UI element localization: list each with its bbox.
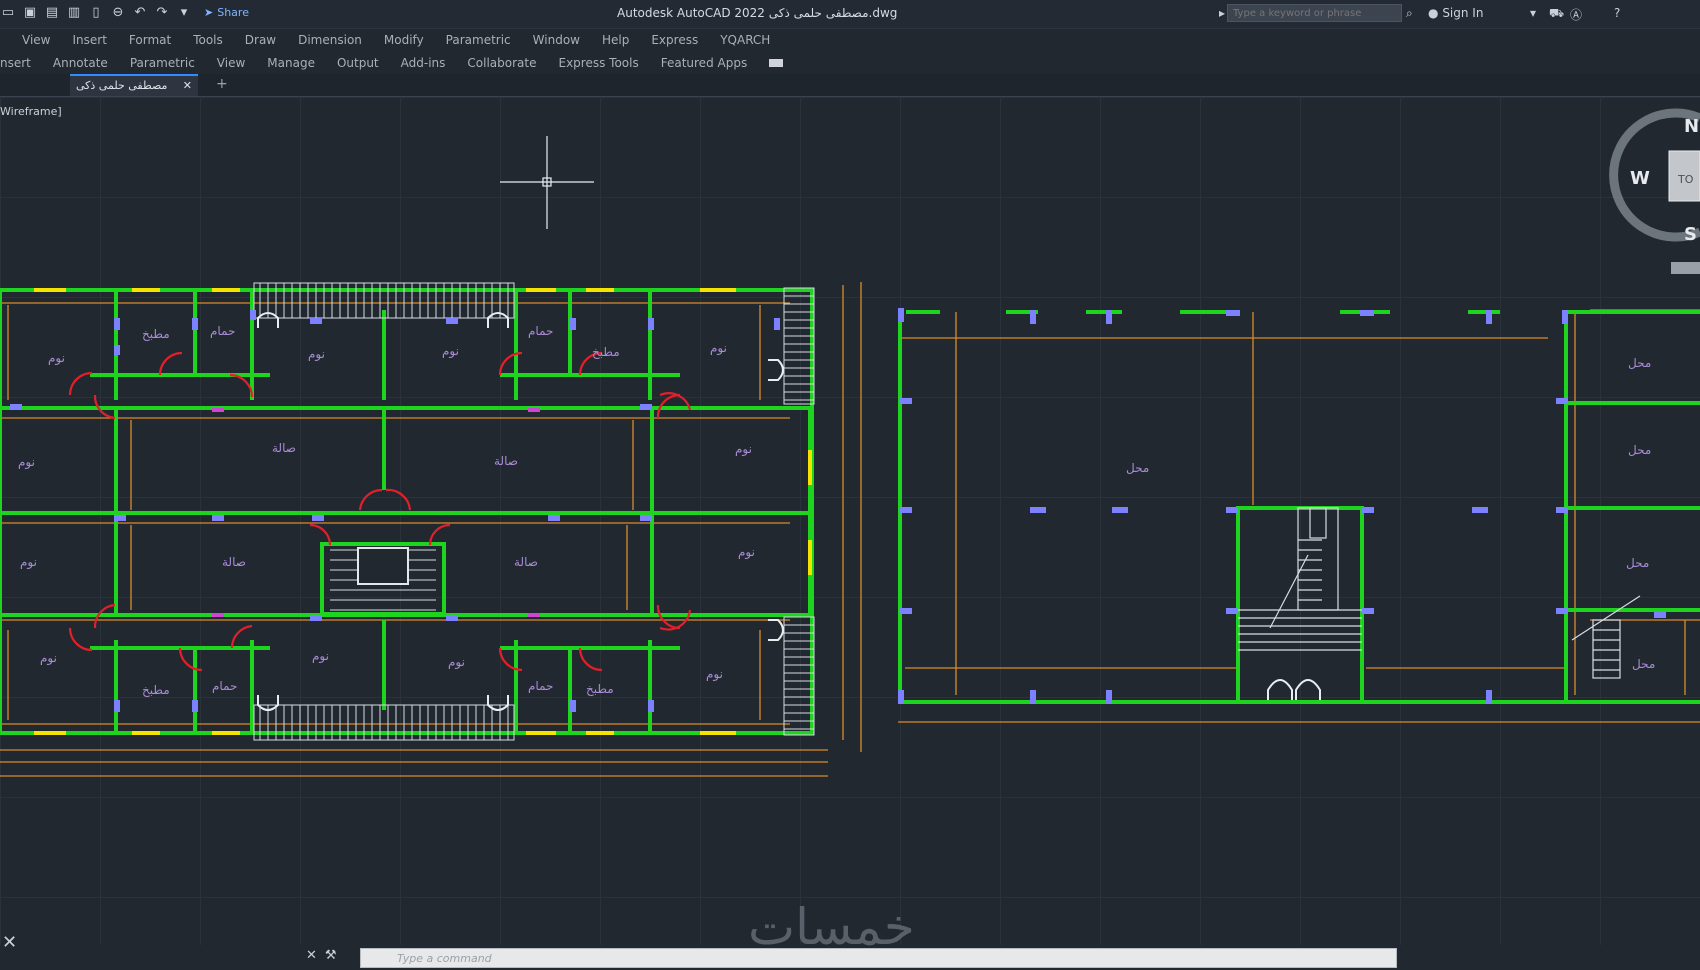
- sign-in-button[interactable]: ● Sign In: [1428, 6, 1483, 20]
- menu-modify[interactable]: Modify: [384, 33, 424, 47]
- drawing-canvas[interactable]: [0, 97, 1700, 945]
- close-icon[interactable]: ✕: [183, 79, 192, 93]
- document-tab[interactable]: مصطفى حلمى ذكى ✕: [70, 74, 198, 96]
- customize-dropdown-icon[interactable]: ▾: [176, 4, 192, 20]
- save-as-icon[interactable]: ▤: [44, 4, 60, 20]
- ribbon-tabs: nsert Annotate Parametric View Manage Ou…: [0, 52, 1700, 74]
- tab-express-tools[interactable]: Express Tools: [558, 56, 638, 70]
- tab-manage[interactable]: Manage: [267, 56, 315, 70]
- search-icon[interactable]: ⌕: [1406, 6, 1413, 21]
- tab-addins[interactable]: Add-ins: [401, 56, 446, 70]
- viewport-label[interactable]: Wireframe]: [0, 105, 62, 118]
- command-close-icon[interactable]: ✕: [306, 948, 317, 963]
- menu-dimension[interactable]: Dimension: [298, 33, 362, 47]
- quick-access-toolbar: ▭ ▣ ▤ ▥ ▯ ⊖ ↶ ↷ ▾ ➤ Share: [0, 4, 249, 20]
- menu-format[interactable]: Format: [129, 33, 171, 47]
- tab-collaborate[interactable]: Collaborate: [467, 56, 536, 70]
- search-arrow-icon[interactable]: ▸: [1219, 6, 1225, 20]
- menu-insert[interactable]: Insert: [72, 33, 106, 47]
- autodesk-app-icon[interactable]: Ⓐ: [1570, 6, 1582, 23]
- cart-icon[interactable]: ⛟: [1549, 6, 1564, 22]
- dropdown-icon[interactable]: ▾: [1530, 6, 1536, 20]
- tab-annotate[interactable]: Annotate: [53, 56, 108, 70]
- tab-insert[interactable]: nsert: [0, 56, 31, 70]
- tab-parametric[interactable]: Parametric: [130, 56, 195, 70]
- menu-view[interactable]: View: [22, 33, 50, 47]
- menu-parametric[interactable]: Parametric: [446, 33, 511, 47]
- window-title: Autodesk AutoCAD 2022 مصطفى حلمى ذكى.dwg: [617, 6, 898, 20]
- document-tab-label: مصطفى حلمى ذكى: [76, 79, 168, 92]
- ribbon-toggle-icon[interactable]: [769, 59, 784, 67]
- customize-icon[interactable]: ⚒: [325, 948, 337, 963]
- tab-view[interactable]: View: [217, 56, 245, 70]
- command-line-tools: ✕ ⚒: [306, 948, 337, 963]
- share-button[interactable]: ➤ Share: [204, 6, 249, 19]
- phone-icon[interactable]: ▯: [88, 4, 104, 20]
- menu-express[interactable]: Express: [651, 33, 698, 47]
- save-icon[interactable]: ▣: [22, 4, 38, 20]
- menu-help[interactable]: Help: [602, 33, 629, 47]
- close-command-line-icon[interactable]: ✕: [2, 932, 17, 953]
- watermark: خمسات: [748, 898, 915, 956]
- tab-featured-apps[interactable]: Featured Apps: [661, 56, 747, 70]
- menu-tools[interactable]: Tools: [193, 33, 223, 47]
- menu-yqarch[interactable]: YQARCH: [720, 33, 770, 47]
- new-tab-button[interactable]: +: [216, 76, 228, 92]
- document-tabs: مصطفى حلمى ذكى ✕ +: [0, 74, 1700, 97]
- tab-output[interactable]: Output: [337, 56, 379, 70]
- menu-bar: View Insert Format Tools Draw Dimension …: [0, 29, 1700, 51]
- menu-draw[interactable]: Draw: [245, 33, 276, 47]
- plot-icon[interactable]: ⊖: [110, 4, 126, 20]
- title-bar: ▭ ▣ ▤ ▥ ▯ ⊖ ↶ ↷ ▾ ➤ Share Autodesk AutoCA…: [0, 0, 1700, 29]
- publish-icon[interactable]: ▥: [66, 4, 82, 20]
- help-icon[interactable]: ?: [1614, 6, 1620, 20]
- menu-window[interactable]: Window: [533, 33, 580, 47]
- redo-icon[interactable]: ↷: [154, 4, 170, 20]
- user-icon: ●: [1428, 6, 1439, 20]
- open-icon[interactable]: ▭: [0, 4, 16, 20]
- undo-icon[interactable]: ↶: [132, 4, 148, 20]
- search-input[interactable]: [1227, 4, 1402, 22]
- send-icon: ➤: [204, 5, 214, 19]
